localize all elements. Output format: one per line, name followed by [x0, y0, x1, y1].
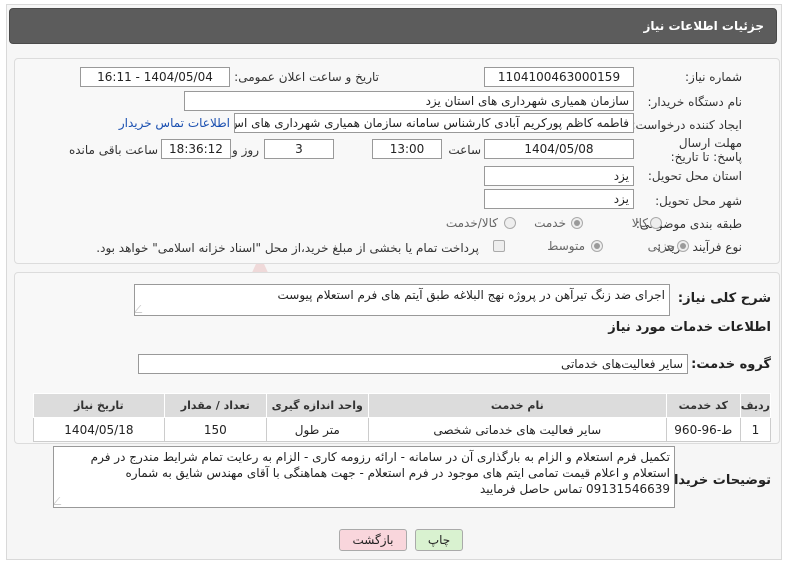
province-field: یزد: [484, 166, 634, 186]
category-radio-service[interactable]: [571, 217, 583, 229]
process-option-medium: متوسط: [547, 239, 585, 253]
deadline-label: مهلت ارسال پاسخ: تا تاریخ:: [670, 136, 742, 164]
resize-grip-icon[interactable]: [135, 305, 149, 313]
service-group-label: گروه خدمت:: [691, 357, 771, 372]
province-label: استان محل تحویل:: [647, 169, 742, 183]
cell-quantity: 150: [163, 417, 267, 442]
col-quantity: تعداد / مقدار: [163, 393, 267, 418]
process-radio-medium[interactable]: [591, 240, 603, 252]
deadline-date-field: 1404/05/08: [484, 139, 634, 159]
need-number-label: شماره نیاز:: [685, 70, 742, 84]
city-field: یزد: [484, 189, 634, 209]
back-button[interactable]: بازگشت: [339, 529, 407, 551]
services-table: ردیف کد خدمت نام خدمت واحد اندازه گیری ت…: [33, 393, 772, 442]
process-option-minor: جزیی: [647, 239, 675, 253]
announce-datetime-label: تاریخ و ساعت اعلان عمومی:: [234, 70, 379, 84]
buyer-notes-textarea: تکمیل فرم استعلام و الزام به بارگذاری آن…: [53, 446, 675, 508]
deadline-time-field: 13:00: [372, 139, 442, 159]
page-header: جزئیات اطلاعات نیاز: [9, 8, 777, 44]
category-radio-goods-service[interactable]: [504, 217, 516, 229]
treasury-payment-checkbox[interactable]: [493, 240, 505, 252]
buyer-notes-text: تکمیل فرم استعلام و الزام به بارگذاری آن…: [90, 450, 670, 496]
print-button[interactable]: چاپ: [415, 529, 463, 551]
table-header-row: ردیف کد خدمت نام خدمت واحد اندازه گیری ت…: [33, 393, 772, 418]
service-group-field: سایر فعالیت‌های خدماتی: [138, 354, 688, 374]
remaining-days-field: 3: [264, 139, 334, 159]
need-number-field: 1104100463000159: [484, 67, 634, 87]
summary-text: اجرای ضد زنگ تیرآهن در پروژه نهج البلاغه…: [277, 288, 665, 302]
category-option-goods: کالا: [631, 216, 648, 230]
deadline-time-label: ساعت: [448, 143, 481, 157]
col-service-code: کد خدمت: [665, 393, 741, 418]
cell-need-date: 1404/05/18: [33, 417, 165, 442]
category-radio-goods[interactable]: [650, 217, 662, 229]
process-radio-minor[interactable]: [677, 240, 689, 252]
summary-label: شرح کلی نیاز:: [677, 291, 771, 306]
services-section-title: اطلاعات خدمات مورد نیاز: [608, 320, 771, 335]
remaining-time-label: ساعت باقی مانده: [68, 143, 158, 157]
category-option-service: خدمت: [534, 216, 566, 230]
remaining-days-label: روز و: [232, 143, 259, 157]
buyer-org-label: نام دستگاه خریدار:: [647, 95, 743, 109]
category-option-goods-service: کالا/خدمت: [445, 216, 498, 230]
cell-service-code: ط-96-960: [665, 417, 741, 442]
resize-grip-icon[interactable]: [54, 497, 68, 505]
remaining-time-field: 18:36:12: [161, 139, 231, 159]
buyer-org-field: سازمان همیاری شهرداری های استان یزد: [184, 91, 634, 111]
creator-field: فاطمه کاظم پورکریم آبادی کارشناس سامانه …: [234, 113, 634, 133]
creator-label: ایجاد کننده درخواست:: [631, 118, 742, 132]
cell-service-name: سایر فعالیت های خدماتی شخصی: [367, 417, 667, 442]
col-service-name: نام خدمت: [367, 393, 667, 418]
buyer-contact-link[interactable]: اطلاعات تماس خریدار: [119, 116, 230, 130]
col-row-number: ردیف: [739, 393, 772, 418]
cell-unit: متر طول: [265, 417, 369, 442]
col-unit: واحد اندازه گیری: [265, 393, 369, 418]
announce-datetime-field: 1404/05/04 - 16:11: [80, 67, 230, 87]
col-need-date: تاریخ نیاز: [33, 393, 165, 418]
cell-row-number: 1: [739, 417, 772, 442]
treasury-payment-note: پرداخت تمام یا بخشی از مبلغ خرید،از محل …: [96, 241, 479, 255]
table-row: 1 ط-96-960 سایر فعالیت های خدماتی شخصی م…: [33, 417, 772, 442]
summary-textarea: اجرای ضد زنگ تیرآهن در پروژه نهج البلاغه…: [134, 284, 670, 316]
city-label: شهر محل تحویل:: [655, 194, 742, 208]
buyer-notes-label: توضیحات خریدار:: [661, 473, 771, 488]
page-title: جزئیات اطلاعات نیاز: [643, 19, 764, 33]
